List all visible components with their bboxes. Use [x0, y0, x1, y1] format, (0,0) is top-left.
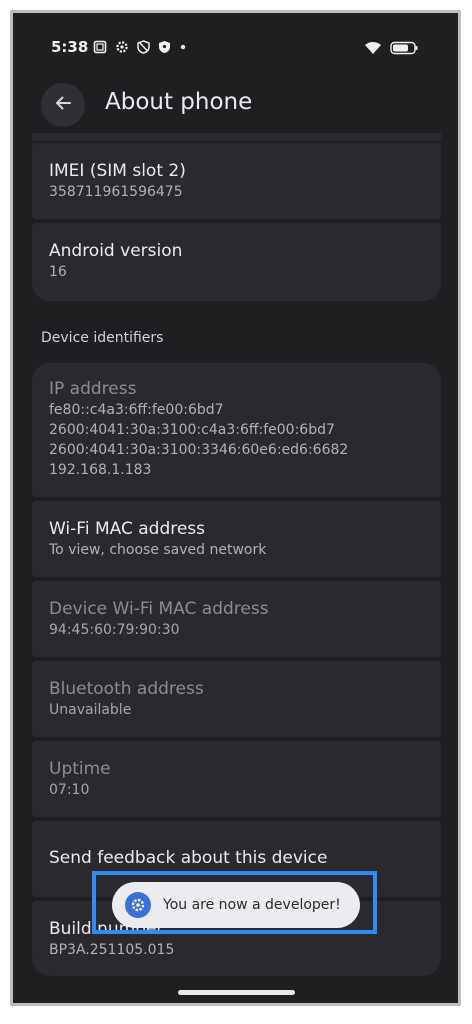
item-value: BP3A.251105.015: [49, 942, 175, 958]
ip-address-line: fe80::c4a3:6ff:fe00:6bd7: [49, 402, 224, 418]
ip-address-line: 2600:4041:30a:3100:3346:60e6:ed6:6682: [49, 442, 349, 458]
wifi-icon: [364, 40, 382, 59]
ip-address-line: 192.168.1.183: [49, 462, 152, 478]
item-title: IMEI (SIM slot 2): [49, 161, 186, 181]
settings-gear-icon: [115, 40, 129, 54]
item-value: 07:10: [49, 782, 90, 798]
screenshot-icon: [93, 40, 107, 54]
item-title: Device Wi-Fi MAC address: [49, 599, 269, 619]
shield-icon: [158, 40, 171, 54]
vpn-shield-icon: [137, 40, 150, 54]
imei-sim-2-item[interactable]: IMEI (SIM slot 2) 358711961596475: [32, 143, 441, 219]
back-button[interactable]: [41, 83, 85, 127]
section-header-device-identifiers: Device identifiers: [41, 330, 164, 346]
item-title: Wi-Fi MAC address: [49, 519, 206, 539]
ip-address-list: fe80::c4a3:6ff:fe00:6bd7 2600:4041:30a:3…: [49, 400, 441, 480]
toast-message: You are now a developer!: [163, 897, 341, 913]
item-value: Unavailable: [49, 702, 132, 718]
ip-address-item[interactable]: IP address fe80::c4a3:6ff:fe00:6bd7 2600…: [32, 363, 441, 497]
page-title: About phone: [105, 89, 253, 115]
item-value: 16: [49, 264, 67, 280]
status-bar: 5:38: [13, 13, 458, 73]
item-value: To view, choose saved network: [49, 542, 267, 558]
item-title: Bluetooth address: [49, 679, 204, 699]
android-version-item[interactable]: Android version 16: [32, 223, 441, 301]
wifi-mac-address-item[interactable]: Wi-Fi MAC address To view, choose saved …: [32, 501, 441, 577]
uptime-item[interactable]: Uptime 07:10: [32, 741, 441, 817]
ip-address-line: 2600:4041:30a:3100:c4a3:6ff:fe00:6bd7: [49, 422, 335, 438]
arrow-back-icon: [53, 93, 73, 117]
item-title: Android version: [49, 241, 183, 261]
item-value: 94:45:60:79:90:30: [49, 622, 180, 638]
gesture-nav-handle[interactable]: [178, 990, 295, 995]
settings-gear-icon: [125, 892, 151, 918]
item-value: 358711961596475: [49, 184, 183, 200]
status-icons-left: [93, 40, 187, 54]
list-top-edge: [32, 133, 441, 141]
phone-screen: 5:38 About phone IMEI (SIM slot 2) 35871…: [10, 10, 461, 1006]
developer-toast: You are now a developer!: [112, 882, 360, 928]
device-wifi-mac-address-item[interactable]: Device Wi-Fi MAC address 94:45:60:79:90:…: [32, 581, 441, 657]
dot-icon: [179, 40, 187, 54]
item-title: Send feedback about this device: [49, 848, 328, 868]
battery-icon: [390, 40, 418, 59]
status-time: 5:38: [51, 38, 89, 56]
bluetooth-address-item[interactable]: Bluetooth address Unavailable: [32, 661, 441, 737]
status-icons-right: [364, 40, 418, 59]
item-title: Uptime: [49, 759, 111, 779]
item-title: IP address: [49, 379, 137, 399]
